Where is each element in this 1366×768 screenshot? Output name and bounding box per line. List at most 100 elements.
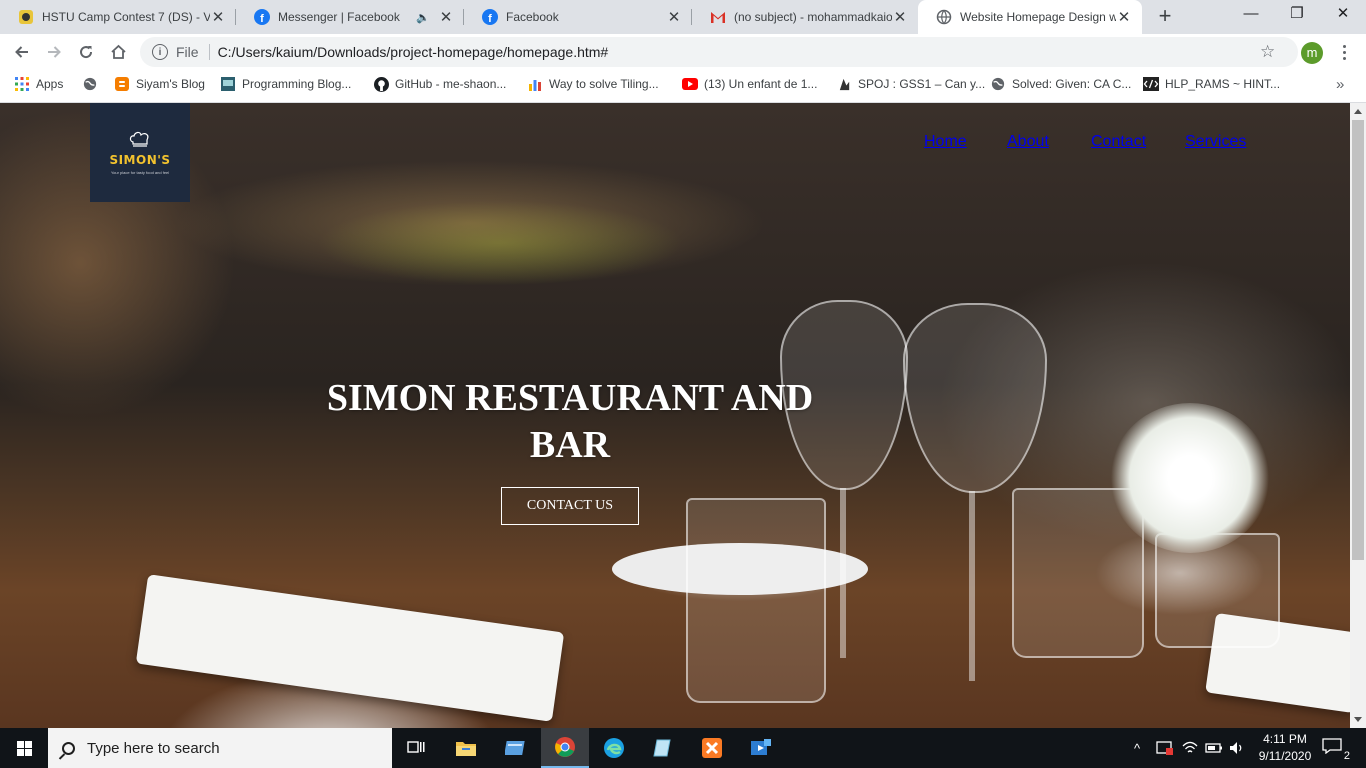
close-window-button[interactable]: ✕: [1320, 0, 1366, 30]
facebook-icon: f: [482, 9, 498, 25]
apps-grid-icon: [14, 76, 30, 92]
more-bookmarks-icon[interactable]: »: [1336, 76, 1344, 93]
browser-toolbar: i File C:/Users/kaium/Downloads/project-…: [0, 34, 1366, 70]
scroll-down-arrow-icon[interactable]: [1354, 717, 1362, 722]
notification-count: 2: [1343, 750, 1350, 762]
file-explorer-icon[interactable]: [442, 728, 490, 768]
security-icon[interactable]: [1156, 728, 1174, 768]
logo-tagline: Your place for tasty food and feel: [110, 169, 170, 175]
bookmark-siyams-blog[interactable]: Siyam's Blog: [114, 70, 205, 98]
close-icon[interactable]: ✕: [892, 8, 908, 26]
napkin: [135, 574, 565, 722]
volume-icon[interactable]: [1229, 728, 1245, 768]
nav-contact[interactable]: Contact: [1091, 133, 1146, 151]
wifi-icon[interactable]: [1182, 728, 1198, 768]
nav-services[interactable]: Services: [1185, 133, 1246, 151]
chef-hat-icon: [129, 131, 149, 147]
vjudge-icon: [18, 9, 34, 25]
github-icon: [373, 76, 389, 92]
bookmarks-bar: Apps Siyam's Blog Programming Blog... Gi…: [0, 70, 1366, 103]
bookmark-apps[interactable]: Apps: [14, 70, 63, 98]
chrome-icon[interactable]: [541, 728, 589, 768]
forward-button[interactable]: [40, 38, 68, 66]
close-icon[interactable]: ✕: [438, 8, 454, 26]
profile-avatar[interactable]: m: [1301, 42, 1323, 64]
browser-tabstrip: HSTU Camp Contest 7 (DS) - V ✕ f Messeng…: [0, 0, 1366, 34]
tab-title: Messenger | Facebook: [278, 10, 400, 24]
notepad-icon[interactable]: [638, 728, 686, 768]
home-button[interactable]: [104, 38, 132, 66]
page-scrollbar[interactable]: [1350, 103, 1366, 728]
bookmark-star-icon[interactable]: ☆: [1260, 42, 1275, 62]
bookmark-programming-blog[interactable]: Programming Blog...: [220, 70, 351, 98]
browser-menu-icon[interactable]: [1336, 40, 1352, 64]
taskbar-clock[interactable]: 4:11 PM 9/11/2020: [1254, 731, 1316, 765]
back-button[interactable]: [8, 38, 36, 66]
minimize-button[interactable]: —: [1228, 0, 1274, 30]
water-tumbler: [686, 498, 826, 703]
bookmark-github[interactable]: GitHub - me-shaon...: [373, 70, 506, 98]
xampp-icon[interactable]: [688, 728, 736, 768]
app-window-icon[interactable]: [492, 728, 540, 768]
speaker-icon[interactable]: 🔈: [416, 11, 430, 24]
site-logo[interactable]: SIMON'S Your place for tasty food and fe…: [90, 103, 190, 202]
bookmark-hlp-rams[interactable]: HLP_RAMS ~ HINT...: [1143, 70, 1280, 98]
address-bar[interactable]: i File C:/Users/kaium/Downloads/project-…: [140, 37, 1298, 67]
bookmark-globe[interactable]: [82, 70, 104, 98]
bookmark-label: Programming Blog...: [242, 77, 352, 91]
bookmark-label: SPOJ : GSS1 – Can y...: [858, 77, 986, 91]
tab-hstu-contest[interactable]: HSTU Camp Contest 7 (DS) - V ✕: [0, 0, 236, 34]
tab-facebook[interactable]: f Facebook ✕: [464, 0, 692, 34]
clock-time: 4:11 PM: [1263, 732, 1307, 746]
edge-icon[interactable]: [590, 728, 638, 768]
bookmark-spoj[interactable]: SPOJ : GSS1 – Can y...: [836, 70, 985, 98]
logo-name: SIMON'S: [109, 152, 171, 167]
windows-logo-icon: [16, 740, 32, 756]
globe-icon: [82, 76, 98, 92]
blogger-icon: [114, 76, 130, 92]
notification-center-icon[interactable]: 2: [1322, 738, 1350, 762]
glass-stem: [969, 491, 975, 681]
scrollbar-thumb[interactable]: [1352, 120, 1364, 560]
forward-arrow-icon: [48, 46, 61, 58]
url-text[interactable]: C:/Users/kaium/Downloads/project-homepag…: [218, 44, 609, 60]
reload-button[interactable]: [72, 38, 100, 66]
contact-us-button[interactable]: CONTACT US: [501, 487, 639, 525]
tab-messenger[interactable]: f Messenger | Facebook 🔈 ✕: [236, 0, 464, 34]
nav-home[interactable]: Home: [924, 133, 967, 151]
bookmark-label: GitHub - me-shaon...: [395, 77, 507, 91]
media-player-icon[interactable]: [737, 728, 785, 768]
taskbar-search[interactable]: Type here to search: [48, 728, 392, 768]
info-icon[interactable]: i: [152, 44, 168, 60]
battery-icon[interactable]: [1205, 728, 1223, 768]
show-hidden-icons-icon[interactable]: ^: [1134, 728, 1140, 768]
bar-chart-icon: [527, 76, 543, 92]
wine-glass: [903, 303, 1047, 493]
bookmark-youtube[interactable]: (13) Un enfant de 1...: [682, 70, 817, 98]
bookmark-tiling[interactable]: Way to solve Tiling...: [527, 70, 659, 98]
file-scheme-label: File: [176, 44, 199, 60]
code-icon: [1143, 76, 1159, 92]
start-button[interactable]: [0, 728, 48, 768]
close-icon[interactable]: ✕: [1116, 8, 1132, 26]
close-icon[interactable]: ✕: [666, 8, 682, 26]
page-viewport: SIMON'S Your place for tasty food and fe…: [0, 103, 1350, 728]
restore-button[interactable]: ❐: [1274, 0, 1320, 30]
task-view-icon[interactable]: [392, 728, 440, 768]
home-icon: [110, 44, 126, 59]
site-icon: [220, 76, 236, 92]
nav-about[interactable]: About: [1007, 133, 1049, 151]
search-placeholder: Type here to search: [87, 739, 220, 757]
globe-icon: [936, 9, 952, 25]
tab-website-homepage[interactable]: Website Homepage Design with ✕: [918, 0, 1142, 34]
bookmark-solved[interactable]: Solved: Given: CA C...: [990, 70, 1131, 98]
tab-title: Website Homepage Design with: [960, 10, 1116, 24]
scroll-up-arrow-icon[interactable]: [1354, 109, 1362, 114]
new-tab-button[interactable]: +: [1152, 4, 1178, 30]
back-arrow-icon: [15, 46, 28, 58]
windows-taskbar: Type here to search ^ 4:11 PM 9/11/2020: [0, 728, 1366, 768]
bookmark-label: Siyam's Blog: [136, 77, 205, 91]
tab-gmail[interactable]: (no subject) - mohammadkaiom ✕: [692, 0, 918, 34]
close-icon[interactable]: ✕: [210, 8, 226, 26]
svg-text:f: f: [488, 13, 492, 25]
